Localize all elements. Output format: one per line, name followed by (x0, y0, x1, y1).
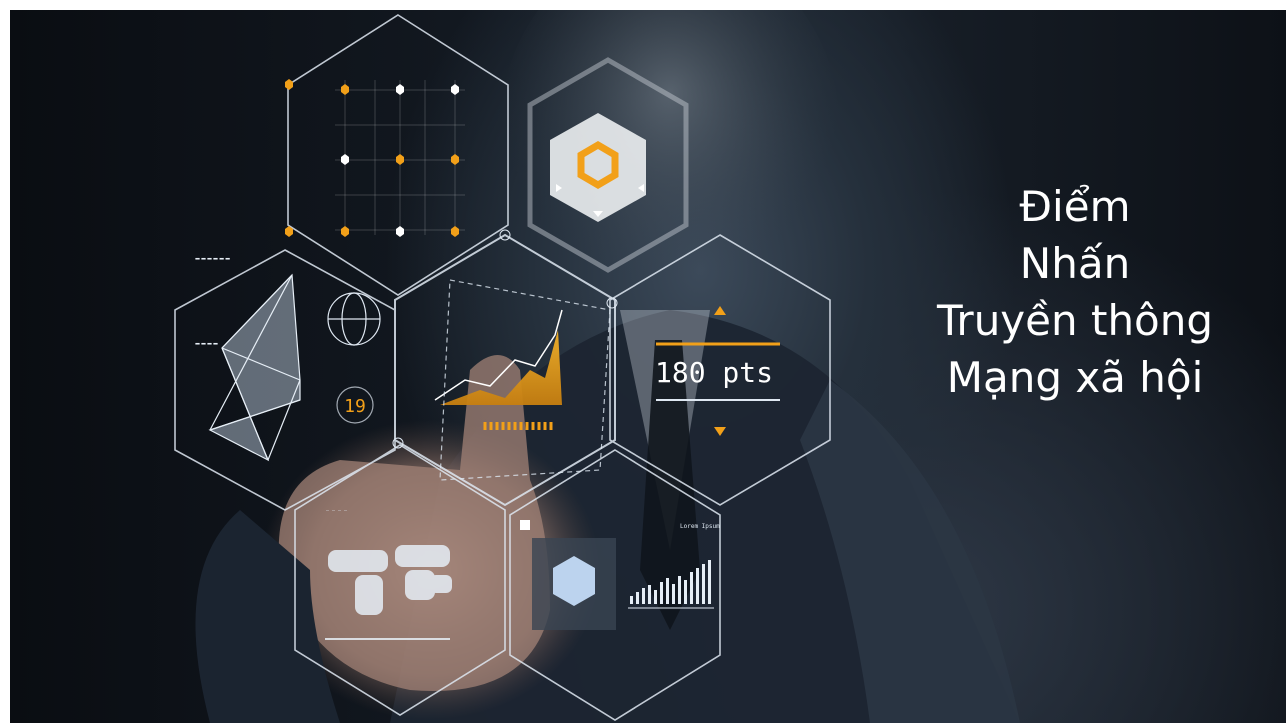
svg-text:— — — —: — — — — (326, 508, 348, 514)
number-readout-text: 19 (344, 396, 366, 417)
svg-text:— — — —: — — — — (196, 341, 218, 347)
network-graph-icon: — — — — — — — — — — (195, 255, 301, 462)
slide-title: Điểm Nhấn Truyền thông Mạng xã hội (910, 178, 1240, 406)
slide: — — — — — — — — — — 19 180 pts — — — — L… (10, 10, 1286, 723)
pts-readout-text: 180 pts (655, 356, 773, 389)
title-line-4: Mạng xã hội (946, 353, 1204, 402)
title-line-1: Điểm (1019, 182, 1131, 231)
globe-icon (327, 292, 381, 346)
title-line-3: Truyền thông (936, 296, 1214, 345)
dot-matrix (285, 79, 465, 237)
panel-title: Lorem Ipsum (680, 523, 720, 530)
svg-text:— — — — — —: — — — — — — (196, 256, 230, 262)
number-readout: 19 (336, 386, 374, 424)
title-line-2: Nhấn (1019, 239, 1131, 288)
